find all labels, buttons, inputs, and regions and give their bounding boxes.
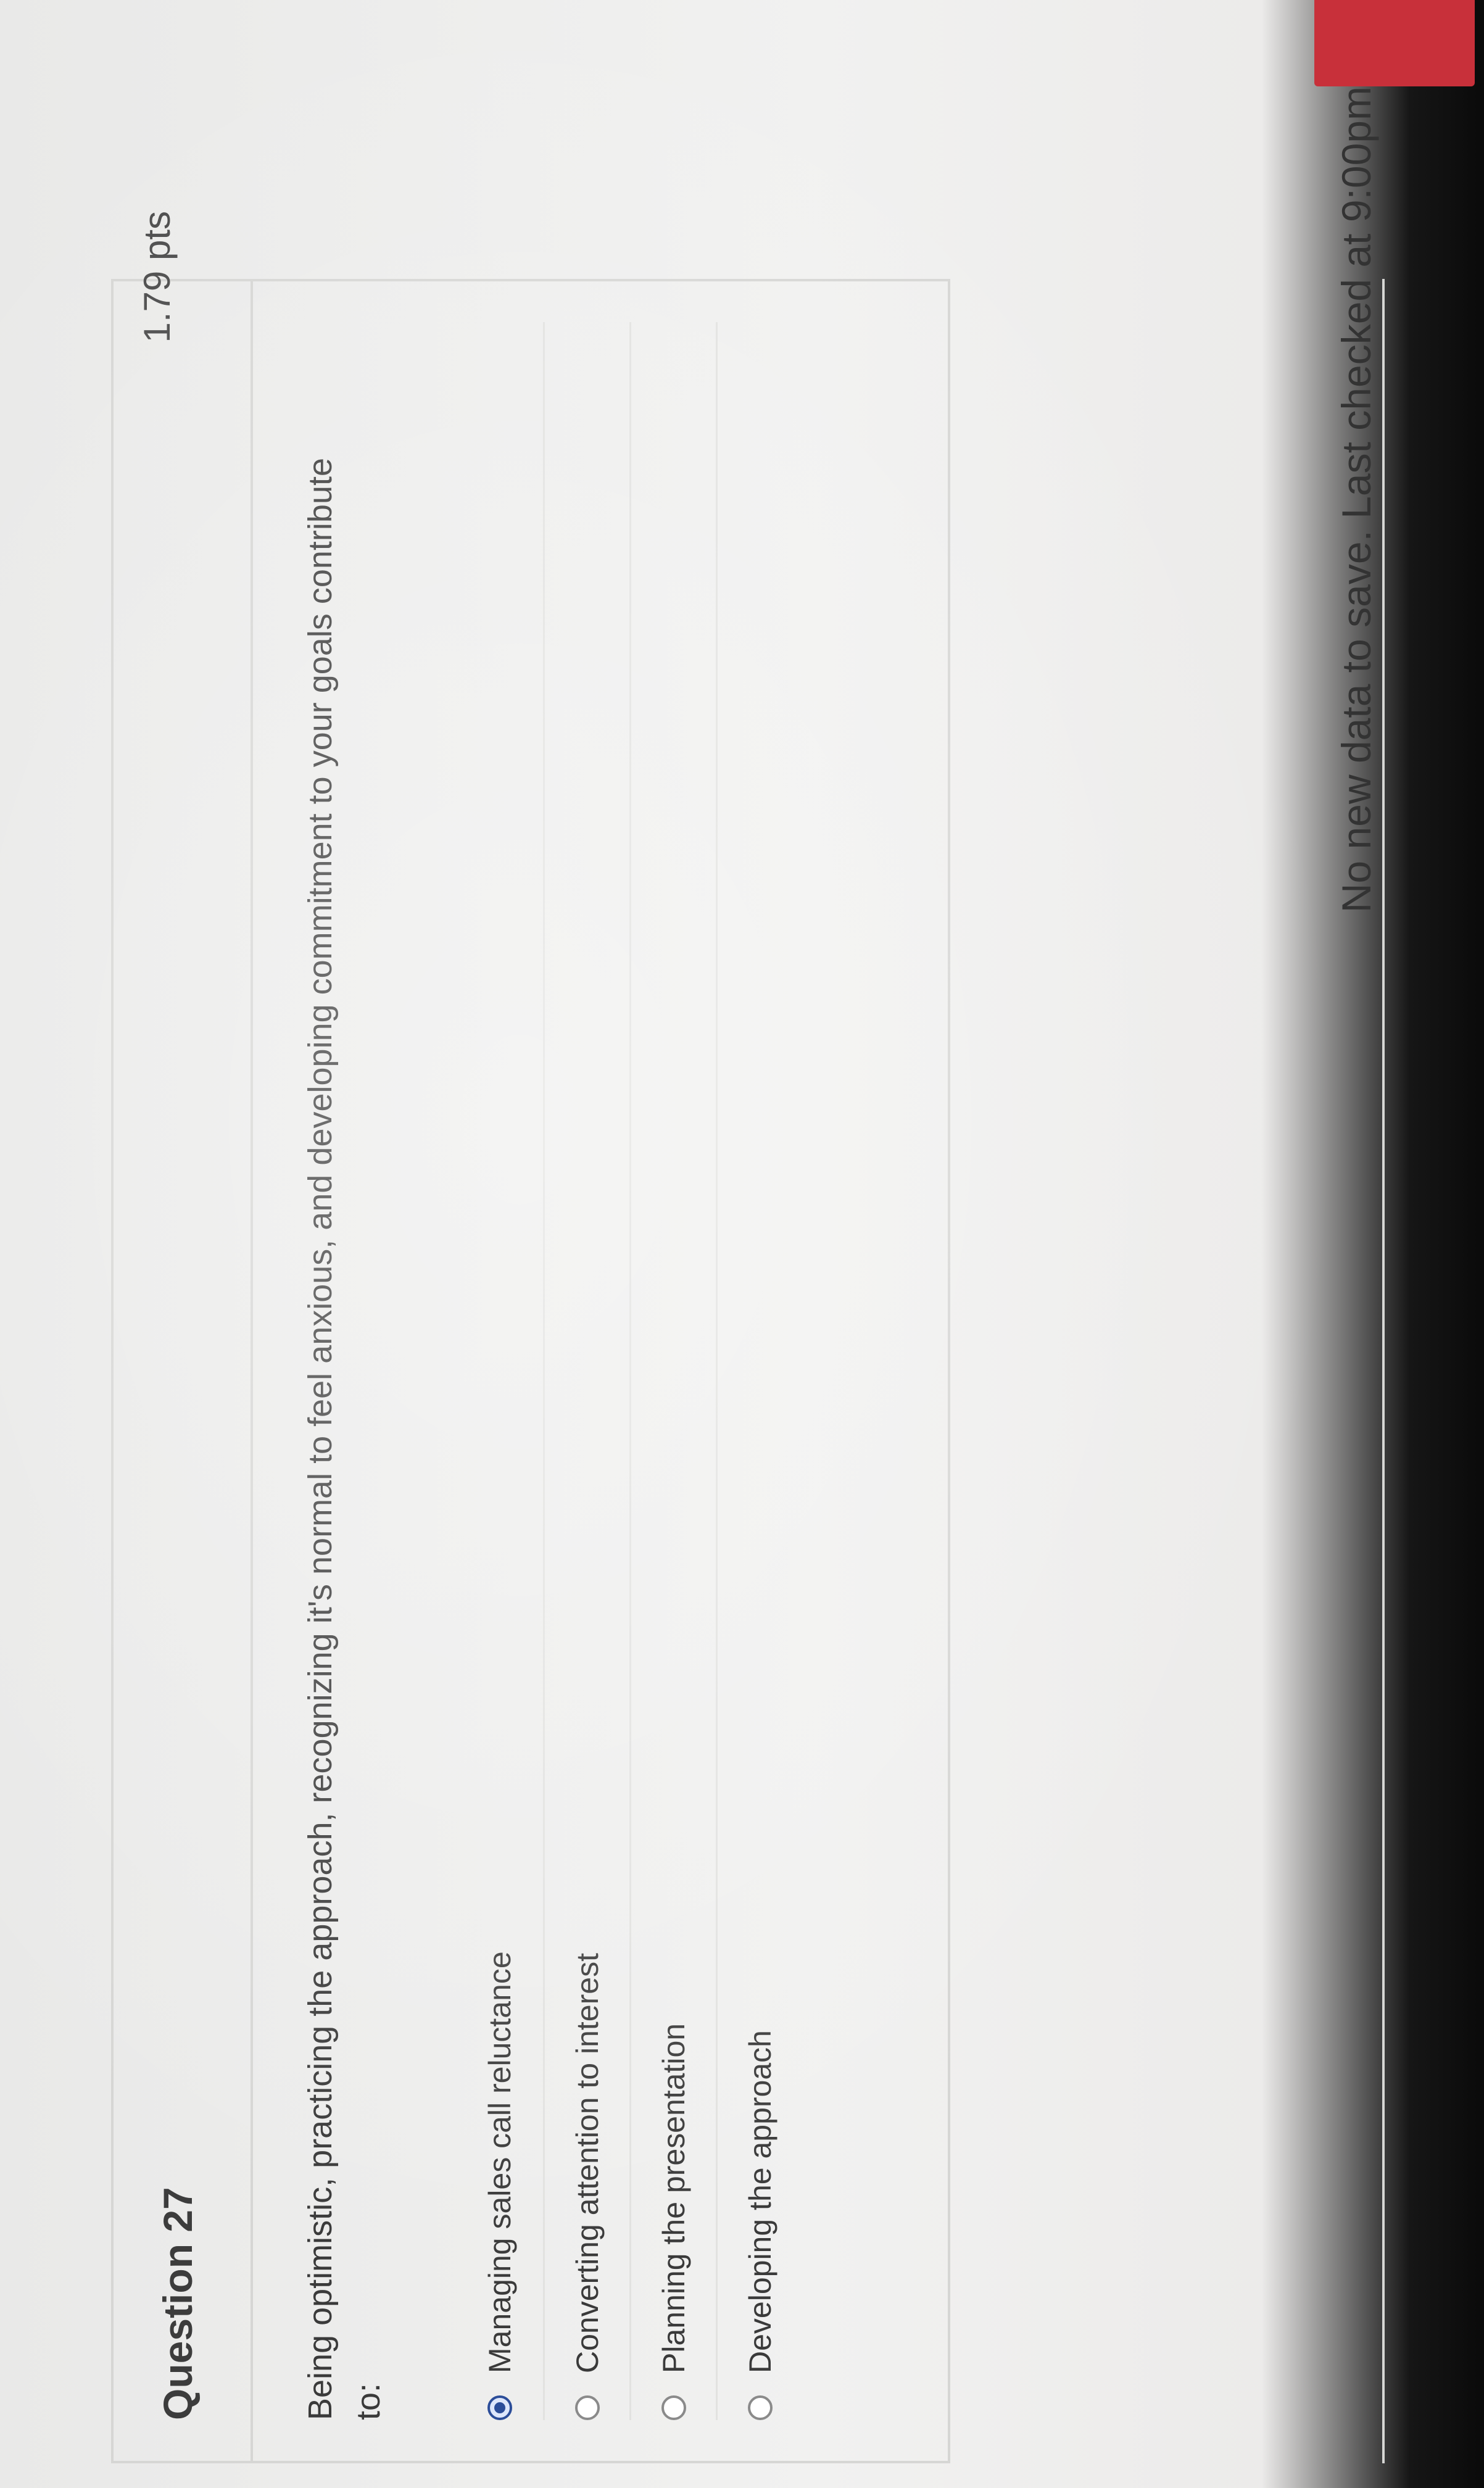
question-text: Being optimistic, practicing the approac… [302, 457, 387, 2420]
answer-option-4[interactable]: Developing the approach [716, 322, 802, 2420]
radio-icon[interactable] [747, 2395, 773, 2420]
answer-option-1[interactable]: Managing sales call reluctance [457, 322, 543, 2420]
quiz-page: Question 27 1.79 pts Being optimistic, p… [0, 0, 1484, 2488]
answer-list: Managing sales call reluctance Convertin… [457, 322, 802, 2420]
answer-label: Managing sales call reluctance [483, 1951, 517, 2373]
question-points: 1.79 pts [136, 211, 178, 343]
photo-scene: Question 27 1.79 pts Being optimistic, p… [0, 0, 1484, 2488]
question-header: Question 27 1.79 pts [111, 211, 253, 2463]
question-card: Question 27 1.79 pts Being optimistic, p… [111, 211, 1074, 2463]
radio-icon[interactable] [574, 2395, 600, 2420]
radio-selected-icon[interactable] [487, 2395, 512, 2420]
answer-label: Converting attention to interest [570, 1953, 605, 2373]
answer-label: Developing the approach [742, 2030, 777, 2373]
question-title: Question 27 [155, 2187, 201, 2420]
save-status-text: No new data to save. Last checked at 9:0… [1333, 86, 1379, 913]
answer-option-3[interactable]: Planning the presentation [629, 322, 716, 2420]
answer-label: Planning the presentation [656, 2023, 691, 2373]
save-status-bar: No new data to save. Last checked at 9:0… [1308, 0, 1475, 2488]
answer-option-2[interactable]: Converting attention to interest [543, 322, 629, 2420]
submit-quiz-button[interactable] [1314, 0, 1475, 86]
radio-icon[interactable] [661, 2395, 686, 2420]
